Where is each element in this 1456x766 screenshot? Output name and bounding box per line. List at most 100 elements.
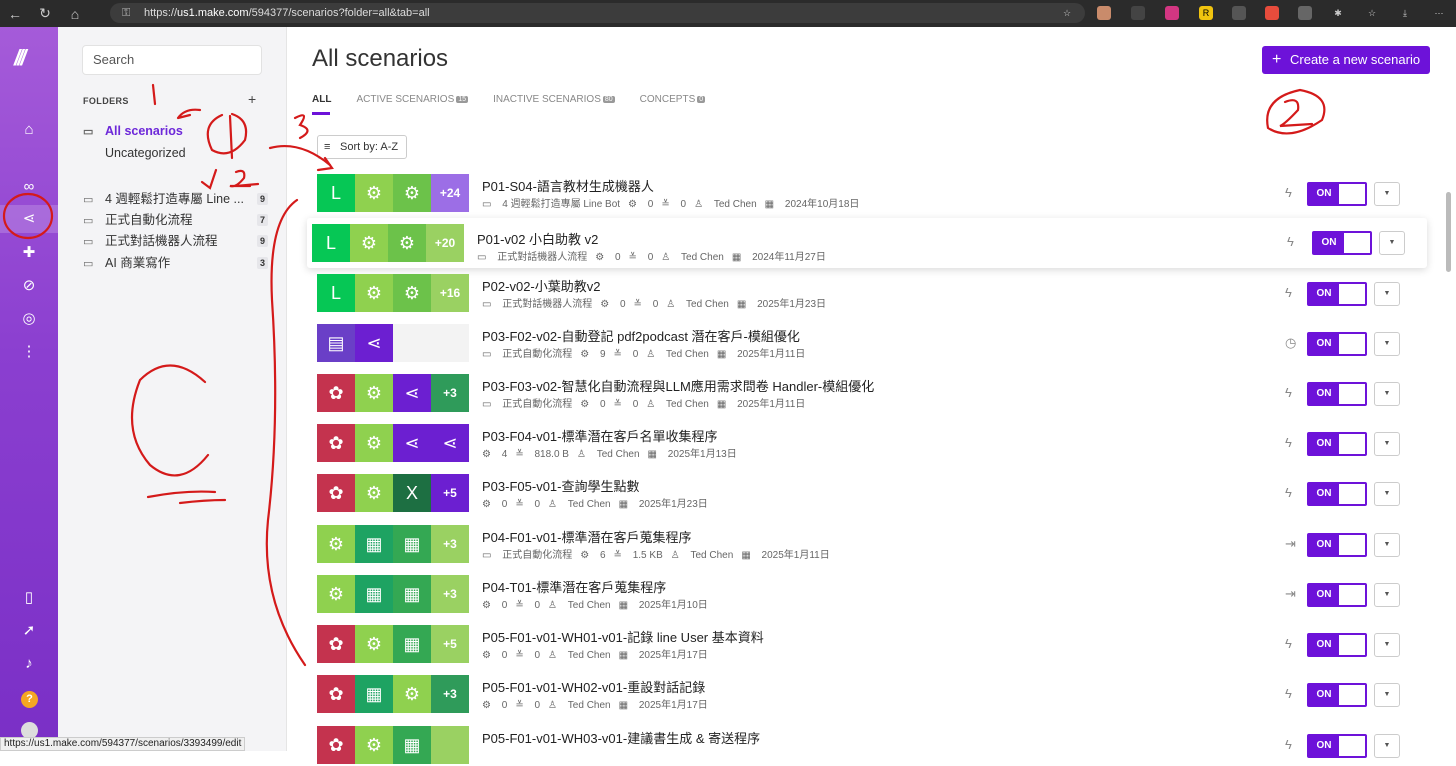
scenario-row[interactable]: ⚙ ▦ ▦ +3 P04-T01-標準潛在客戶蒐集程序 ⚙ 0 ≚ 0 ♙ Ted Chen ▦… bbox=[317, 575, 1447, 615]
folder-item[interactable]: ▭ 正式對話機器人流程 9 bbox=[83, 231, 273, 251]
favorites-icon[interactable]: ☆ bbox=[1365, 6, 1379, 20]
star-icon[interactable]: ☆ bbox=[1060, 6, 1074, 20]
chevron-down-icon[interactable]: ▼ bbox=[1379, 231, 1405, 255]
scenario-title[interactable]: P01-S04-語言教材生成機器人 bbox=[482, 176, 654, 195]
scenario-row[interactable]: ✿ ▦ ⚙ +3 P05-F01-v01-WH02-v01-重設對話記錄 ⚙ 0 ≚ 0 ♙ … bbox=[317, 675, 1447, 715]
scenario-title[interactable]: P05-F01-v01-WH02-v01-重設對話記錄 bbox=[482, 677, 705, 696]
scenario-toggle[interactable]: ON bbox=[1307, 683, 1367, 707]
scenario-title[interactable]: P01-v02 小白助教 v2 bbox=[477, 229, 598, 248]
scenario-toggle[interactable]: ON bbox=[1307, 382, 1367, 406]
webhooks-icon[interactable]: ◎ bbox=[0, 305, 58, 333]
team-icon[interactable]: ∞ bbox=[0, 173, 58, 201]
module-strip[interactable]: ✿ ⚙ X +5 bbox=[317, 474, 469, 512]
scenario-row[interactable]: ✿ ⚙ ▦ P05-F01-v01-WH03-v01-建議書生成 & 寄送程序 ϟ ON ▼ bbox=[317, 726, 1447, 766]
make-logo[interactable]: /// bbox=[14, 45, 26, 71]
folder-item[interactable]: ▭ AI 商業寫作 3 bbox=[83, 253, 273, 273]
scenario-title[interactable]: P03-F05-v01-查詢學生點數 bbox=[482, 476, 639, 495]
scenario-toggle[interactable]: ON bbox=[1307, 633, 1367, 657]
puzzle-icon[interactable]: ✱ bbox=[1331, 6, 1345, 20]
chevron-down-icon[interactable]: ▼ bbox=[1374, 482, 1400, 506]
more-icon[interactable]: ⋮ bbox=[0, 338, 58, 366]
reload-icon[interactable]: ↻ bbox=[30, 5, 60, 22]
chevron-down-icon[interactable]: ▼ bbox=[1374, 583, 1400, 607]
scenario-title[interactable]: P03-F03-v02-智慧化自動流程與LLM應用需求問卷 Handler-模組… bbox=[482, 376, 874, 395]
tab-active[interactable]: ACTIVE SCENARIOS 15 bbox=[356, 93, 469, 115]
search-input[interactable]: Search bbox=[82, 45, 262, 75]
sort-button[interactable]: ≡ Sort by: A-Z bbox=[317, 135, 407, 159]
scenario-row[interactable]: L ⚙ ⚙ +24 P01-S04-語言教材生成機器人 ▭ 4 週輕鬆打造專屬 Line … bbox=[317, 174, 1447, 214]
chevron-down-icon[interactable]: ▼ bbox=[1374, 683, 1400, 707]
extension-icon[interactable] bbox=[1265, 6, 1279, 20]
scenario-title[interactable]: P05-F01-v01-WH01-v01-記錄 line User 基本資料 bbox=[482, 627, 764, 646]
tab-inactive[interactable]: INACTIVE SCENARIOS 80 bbox=[493, 93, 615, 115]
home-icon[interactable]: ⌂ bbox=[60, 6, 90, 22]
tab-all[interactable]: ALL bbox=[312, 93, 331, 115]
extension-icon[interactable] bbox=[1232, 6, 1246, 20]
module-strip[interactable]: L ⚙ ⚙ +24 bbox=[317, 174, 469, 212]
folder-item[interactable]: ▭ 正式自動化流程 7 bbox=[83, 210, 273, 230]
scenario-row[interactable]: L ⚙ ⚙ +20 P01-v02 小白助教 v2 ▭ 正式對話機器人流程 ⚙ 0 ≚ 0 ♙ … bbox=[307, 218, 1427, 268]
scenario-row[interactable]: ✿ ⚙ ⋖ +3 P03-F03-v02-智慧化自動流程與LLM應用需求問卷 Handl… bbox=[317, 374, 1447, 414]
scenarios-icon[interactable]: ⋖ bbox=[0, 205, 58, 233]
rocket-icon[interactable]: ➚ bbox=[0, 617, 58, 645]
folder-item[interactable]: ▭ 4 週輕鬆打造專屬 Line ... 9 bbox=[83, 189, 273, 209]
scenario-row[interactable]: ✿ ⚙ X +5 P03-F05-v01-查詢學生點數 ⚙ 0 ≚ 0 ♙ Ted Chen ▦… bbox=[317, 474, 1447, 514]
scenario-toggle[interactable]: ON bbox=[1307, 282, 1367, 306]
apps-icon[interactable]: ✚ bbox=[0, 239, 58, 267]
chevron-down-icon[interactable]: ▼ bbox=[1374, 382, 1400, 406]
module-strip[interactable]: ✿ ⚙ ▦ bbox=[317, 726, 469, 764]
module-strip[interactable]: ✿ ⚙ ▦ +5 bbox=[317, 625, 469, 663]
scenario-toggle[interactable]: ON bbox=[1307, 533, 1367, 557]
module-strip[interactable]: ✿ ⚙ ⋖ +3 bbox=[317, 374, 469, 412]
scrollbar[interactable] bbox=[1446, 192, 1451, 272]
scenario-toggle[interactable]: ON bbox=[1307, 482, 1367, 506]
chevron-down-icon[interactable]: ▼ bbox=[1374, 633, 1400, 657]
scenario-toggle[interactable]: ON bbox=[1307, 583, 1367, 607]
extension-icon[interactable] bbox=[1097, 6, 1111, 20]
tab-concepts[interactable]: CONCEPTS 0 bbox=[640, 93, 706, 115]
chevron-down-icon[interactable]: ▼ bbox=[1374, 282, 1400, 306]
module-strip[interactable]: ✿ ▦ ⚙ +3 bbox=[317, 675, 469, 713]
extension-icon[interactable] bbox=[1165, 6, 1179, 20]
module-strip[interactable]: ⚙ ▦ ▦ +3 bbox=[317, 525, 469, 563]
scenario-title[interactable]: P03-F04-v01-標準潛在客戶名單收集程序 bbox=[482, 426, 717, 445]
scenario-row[interactable]: ⚙ ▦ ▦ +3 P04-F01-v01-標準潛在客戶蒐集程序 ▭ 正式自動化流程 ⚙ 6 ≚… bbox=[317, 525, 1447, 565]
scenario-title[interactable]: P04-T01-標準潛在客戶蒐集程序 bbox=[482, 577, 666, 596]
scenario-toggle[interactable]: ON bbox=[1307, 182, 1367, 206]
module-strip[interactable]: ▤ ⋖ bbox=[317, 324, 469, 362]
help-icon[interactable]: ? bbox=[21, 691, 38, 708]
scenario-title[interactable]: P04-F01-v01-標準潛在客戶蒐集程序 bbox=[482, 527, 691, 546]
scenario-toggle[interactable]: ON bbox=[1307, 432, 1367, 456]
connections-icon[interactable]: ⊘ bbox=[0, 272, 58, 300]
folder-uncategorized[interactable]: Uncategorized bbox=[83, 143, 273, 163]
scenario-title[interactable]: P05-F01-v01-WH03-v01-建議書生成 & 寄送程序 bbox=[482, 728, 760, 747]
extension-icon[interactable] bbox=[1131, 6, 1145, 20]
scenario-row[interactable]: L ⚙ ⚙ +16 P02-v02-小葉助教v2 ▭ 正式對話機器人流程 ⚙ 0 ≚ 0 ♙ T… bbox=[317, 274, 1447, 314]
scenario-row[interactable]: ✿ ⚙ ⋖ ⋖ P03-F04-v01-標準潛在客戶名單收集程序 ⚙ 4 ≚ 818.0 B… bbox=[317, 424, 1447, 464]
chevron-down-icon[interactable]: ▼ bbox=[1374, 182, 1400, 206]
module-strip[interactable]: ⚙ ▦ ▦ +3 bbox=[317, 575, 469, 613]
module-strip[interactable]: L ⚙ ⚙ +16 bbox=[317, 274, 469, 312]
back-icon[interactable]: ← bbox=[0, 6, 30, 22]
bell-icon[interactable]: ♪ bbox=[0, 650, 58, 678]
module-strip[interactable]: L ⚙ ⚙ +20 bbox=[312, 224, 464, 262]
create-scenario-button[interactable]: + Create a new scenario bbox=[1262, 46, 1430, 74]
scenario-title[interactable]: P02-v02-小葉助教v2 bbox=[482, 276, 600, 295]
menu-icon[interactable]: ⋯ bbox=[1432, 6, 1446, 20]
scenario-toggle[interactable]: ON bbox=[1307, 332, 1367, 356]
chevron-down-icon[interactable]: ▼ bbox=[1374, 332, 1400, 356]
scenario-toggle[interactable]: ON bbox=[1312, 231, 1372, 255]
extension-icon[interactable]: R bbox=[1199, 6, 1213, 20]
scenario-row[interactable]: ✿ ⚙ ▦ +5 P05-F01-v01-WH01-v01-記錄 line User 基… bbox=[317, 625, 1447, 665]
chevron-down-icon[interactable]: ▼ bbox=[1374, 734, 1400, 758]
chevron-down-icon[interactable]: ▼ bbox=[1374, 533, 1400, 557]
scenario-toggle[interactable]: ON bbox=[1307, 734, 1367, 758]
add-folder-button[interactable]: + bbox=[248, 91, 256, 107]
module-strip[interactable]: ✿ ⚙ ⋖ ⋖ bbox=[317, 424, 469, 462]
download-icon[interactable]: ⤓ bbox=[1398, 6, 1412, 20]
notion-icon[interactable] bbox=[1298, 6, 1312, 20]
chevron-down-icon[interactable]: ▼ bbox=[1374, 432, 1400, 456]
scenario-title[interactable]: P03-F02-v02-自動登記 pdf2podcast 潛在客戶-模組優化 bbox=[482, 326, 800, 345]
address-bar[interactable]: ⚿ https://us1.make.com/594377/scenarios?… bbox=[110, 3, 1085, 23]
docs-icon[interactable]: ▯ bbox=[0, 584, 58, 612]
